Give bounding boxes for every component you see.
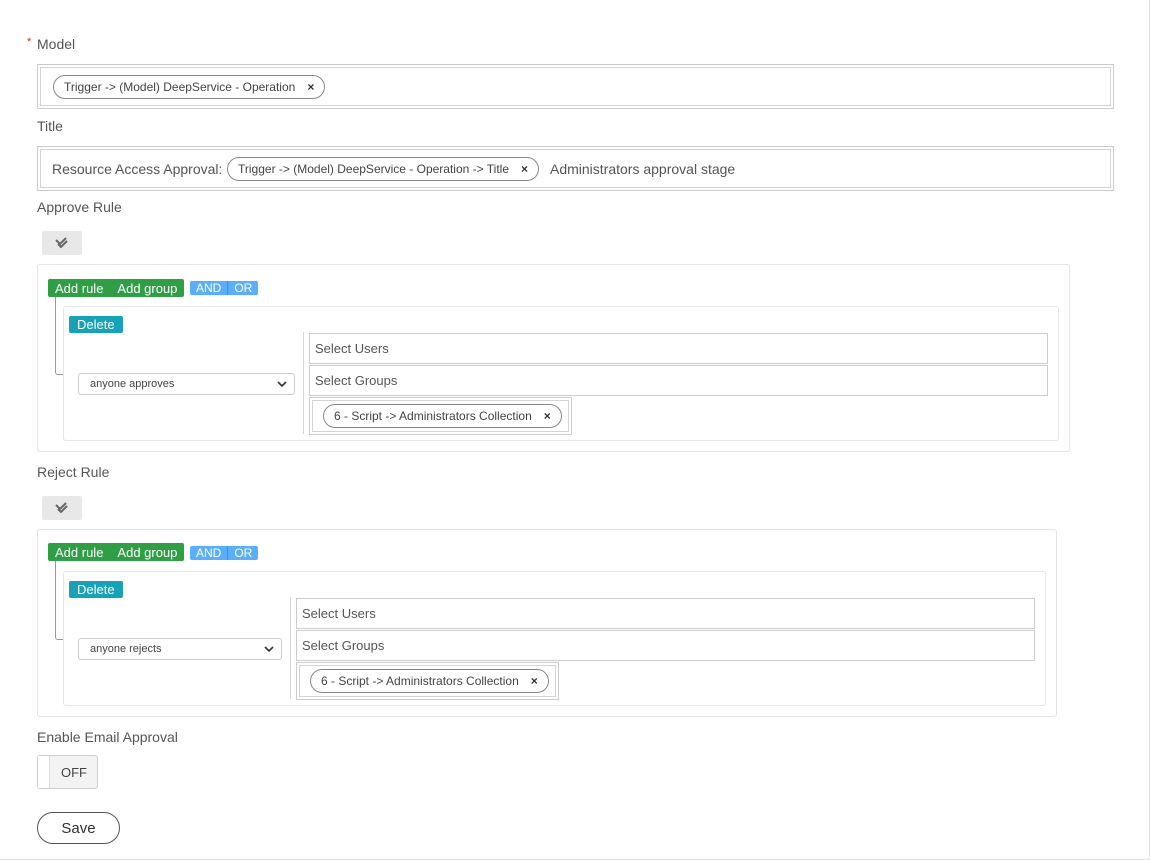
reject-rule-toggle-button[interactable] bbox=[42, 496, 82, 520]
chevron-down-icon bbox=[264, 646, 274, 653]
approve-add-group-button[interactable]: Add group bbox=[110, 281, 184, 296]
divider bbox=[303, 332, 304, 434]
required-mark: * bbox=[27, 36, 32, 48]
reject-groups-input[interactable]: Select Groups bbox=[296, 630, 1035, 661]
title-chip[interactable]: Trigger -> (Model) DeepService - Operati… bbox=[227, 157, 540, 181]
double-check-icon bbox=[55, 502, 68, 514]
remove-icon[interactable]: × bbox=[307, 80, 314, 94]
title-field[interactable]: Resource Access Approval: Trigger -> (Mo… bbox=[37, 146, 1114, 191]
remove-icon[interactable]: × bbox=[544, 409, 551, 423]
approve-delete-button[interactable]: Delete bbox=[69, 316, 123, 333]
reject-users-input[interactable]: Select Users bbox=[296, 598, 1035, 629]
reject-condition-value: anyone rejects bbox=[90, 643, 162, 655]
model-label: Model bbox=[37, 36, 76, 52]
toggle-knob bbox=[38, 756, 50, 788]
approve-rule-label: Approve Rule bbox=[37, 199, 122, 215]
reject-group-chip[interactable]: 6 - Script -> Administrators Collection … bbox=[310, 669, 549, 693]
approve-group-chip[interactable]: 6 - Script -> Administrators Collection … bbox=[323, 404, 562, 428]
chevron-down-icon bbox=[277, 381, 287, 388]
title-suffix: Administrators approval stage bbox=[550, 161, 736, 177]
approve-groups-field[interactable]: 6 - Script -> Administrators Collection … bbox=[309, 397, 572, 435]
email-approval-toggle[interactable]: OFF bbox=[37, 755, 98, 789]
approve-add-rule-button[interactable]: Add rule bbox=[48, 281, 110, 296]
approve-users-input[interactable]: Select Users bbox=[309, 333, 1048, 364]
double-check-icon bbox=[55, 237, 68, 249]
reject-condition-toggle: AND OR bbox=[190, 546, 259, 560]
reject-or-button[interactable]: OR bbox=[227, 546, 259, 560]
approve-condition-select[interactable]: anyone approves bbox=[78, 373, 295, 395]
reject-groups-field[interactable]: 6 - Script -> Administrators Collection … bbox=[296, 662, 559, 700]
save-button[interactable]: Save bbox=[37, 812, 120, 844]
title-chip-label: Trigger -> (Model) DeepService - Operati… bbox=[238, 162, 509, 176]
divider bbox=[290, 597, 291, 699]
toggle-state: OFF bbox=[61, 764, 87, 780]
title-label: Title bbox=[37, 118, 63, 134]
reject-add-buttons: Add rule Add group bbox=[48, 543, 185, 561]
approve-or-button[interactable]: OR bbox=[227, 281, 259, 295]
reject-rule-label: Reject Rule bbox=[37, 464, 110, 480]
approve-group-chip-label: 6 - Script -> Administrators Collection bbox=[334, 409, 532, 423]
approve-condition-toggle: AND OR bbox=[190, 281, 259, 295]
reject-add-group-button[interactable]: Add group bbox=[110, 545, 184, 560]
model-chip[interactable]: Trigger -> (Model) DeepService - Operati… bbox=[53, 75, 326, 99]
approve-add-buttons: Add rule Add group bbox=[48, 279, 185, 297]
approve-and-button[interactable]: AND bbox=[190, 281, 228, 295]
model-field[interactable]: Trigger -> (Model) DeepService - Operati… bbox=[37, 64, 1114, 109]
reject-add-rule-button[interactable]: Add rule bbox=[48, 545, 110, 560]
approve-rule-toggle-button[interactable] bbox=[42, 231, 82, 255]
model-chip-label: Trigger -> (Model) DeepService - Operati… bbox=[64, 80, 296, 94]
title-prefix: Resource Access Approval: bbox=[52, 161, 223, 177]
remove-icon[interactable]: × bbox=[521, 162, 528, 176]
reject-group-chip-label: 6 - Script -> Administrators Collection bbox=[321, 674, 519, 688]
approve-groups-input[interactable]: Select Groups bbox=[309, 365, 1048, 396]
approve-condition-value: anyone approves bbox=[90, 378, 175, 390]
email-approval-label: Enable Email Approval bbox=[37, 729, 178, 745]
reject-condition-select[interactable]: anyone rejects bbox=[78, 638, 282, 660]
reject-and-button[interactable]: AND bbox=[190, 546, 228, 560]
remove-icon[interactable]: × bbox=[531, 674, 538, 688]
reject-delete-button[interactable]: Delete bbox=[69, 581, 123, 598]
